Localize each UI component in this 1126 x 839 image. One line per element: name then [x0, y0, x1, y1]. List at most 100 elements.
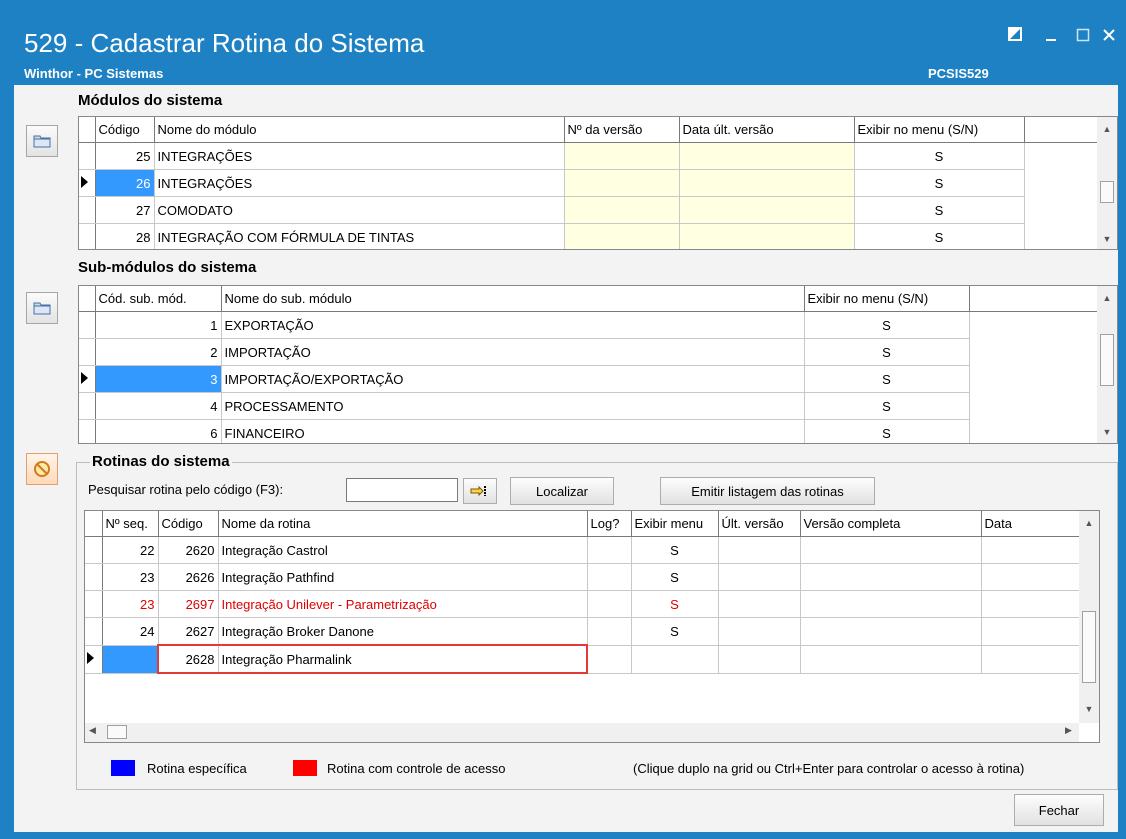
col-header[interactable]: Código — [95, 117, 155, 143]
col-header[interactable]: Exibir menu — [631, 511, 719, 537]
table-row[interactable]: 2628 Integração Pharmalink — [85, 644, 1080, 674]
cell-exibir[interactable]: S — [631, 563, 719, 591]
col-header[interactable]: Nº seq. — [102, 511, 159, 537]
cell-exibir[interactable]: S — [631, 590, 719, 618]
cell-versao-completa[interactable] — [800, 645, 982, 674]
table-row-access-controlled[interactable]: 23 2697 Integração Unilever - Parametriz… — [85, 590, 1080, 618]
table-row[interactable]: 3 IMPORTAÇÃO/EXPORTAÇÃO S — [79, 365, 1099, 393]
cell-nome[interactable]: IMPORTAÇÃO — [221, 338, 805, 366]
rotinas-vertical-scrollbar[interactable]: ▲ ▼ — [1079, 511, 1099, 723]
table-row[interactable]: 4 PROCESSAMENTO S — [79, 392, 1099, 420]
row-indicator[interactable] — [79, 365, 96, 393]
col-header[interactable]: Exibir no menu (S/N) — [804, 286, 970, 312]
cell-data[interactable] — [679, 223, 855, 249]
cell-ult-versao[interactable] — [718, 563, 801, 591]
table-row[interactable]: 22 2620 Integração Castrol S — [85, 536, 1080, 564]
cell-codigo[interactable]: 4 — [95, 392, 222, 420]
row-indicator[interactable] — [79, 223, 96, 249]
cell-codigo[interactable]: 2627 — [158, 617, 219, 646]
cell-exibir[interactable]: S — [631, 617, 719, 646]
emitir-listagem-button[interactable]: Emitir listagem das rotinas — [660, 477, 875, 505]
scroll-thumb[interactable] — [1100, 181, 1114, 203]
cell-codigo[interactable]: 25 — [95, 142, 155, 170]
scroll-thumb[interactable] — [107, 725, 127, 739]
cell-codigo[interactable]: 2697 — [158, 590, 219, 618]
table-row[interactable]: 28 INTEGRAÇÃO COM FÓRMULA DE TINTAS S — [79, 223, 1099, 249]
cell-log[interactable] — [587, 645, 632, 674]
cell-nome[interactable]: EXPORTAÇÃO — [221, 311, 805, 339]
row-indicator[interactable] — [79, 311, 96, 339]
col-header[interactable]: Data últ. versão — [679, 117, 855, 143]
scroll-right-icon[interactable]: ▶ — [1065, 725, 1072, 736]
cell-exibir[interactable]: S — [854, 169, 1025, 197]
fechar-button[interactable]: Fechar — [1014, 794, 1104, 826]
cell-ult-versao[interactable] — [718, 645, 801, 674]
scroll-up-icon[interactable]: ▲ — [1097, 288, 1117, 308]
cell-ult-versao[interactable] — [718, 617, 801, 646]
cell-data[interactable] — [679, 142, 855, 170]
row-indicator[interactable] — [79, 196, 96, 224]
col-header[interactable]: Últ. versão — [718, 511, 801, 537]
rotinas-grid[interactable]: Nº seq. Código Nome da rotina Log? Exibi… — [84, 510, 1100, 743]
row-indicator[interactable] — [79, 338, 96, 366]
scroll-down-icon[interactable]: ▼ — [1097, 422, 1117, 442]
submodulos-grid[interactable]: Cód. sub. mód. Nome do sub. módulo Exibi… — [78, 285, 1118, 444]
col-header[interactable]: Nome do módulo — [154, 117, 565, 143]
submodulos-vertical-scrollbar[interactable]: ▲ ▼ — [1097, 286, 1117, 443]
col-header[interactable]: Log? — [587, 511, 632, 537]
rotinas-access-button[interactable] — [26, 453, 58, 485]
cell-seq[interactable]: 23 — [102, 563, 159, 591]
cell-exibir[interactable]: S — [854, 142, 1025, 170]
row-indicator[interactable] — [79, 419, 96, 443]
cell-log[interactable] — [587, 590, 632, 618]
scroll-thumb[interactable] — [1100, 334, 1114, 386]
cell-codigo[interactable]: 28 — [95, 223, 155, 249]
col-header[interactable]: Versão completa — [800, 511, 982, 537]
cell-ult-versao[interactable] — [718, 536, 801, 564]
cell-data[interactable] — [981, 645, 1080, 674]
col-header[interactable]: Código — [158, 511, 219, 537]
cell-nome[interactable]: Integração Unilever - Parametrização — [218, 590, 588, 618]
cell-nome[interactable]: PROCESSAMENTO — [221, 392, 805, 420]
cell-seq[interactable]: 22 — [102, 536, 159, 564]
cell-versao[interactable] — [564, 196, 680, 224]
cell-exibir[interactable]: S — [804, 392, 970, 420]
cell-exibir[interactable]: S — [804, 419, 970, 443]
table-row[interactable]: 1 EXPORTAÇÃO S — [79, 311, 1099, 339]
table-row[interactable]: 2 IMPORTAÇÃO S — [79, 338, 1099, 366]
cell-nome[interactable]: INTEGRAÇÃO COM FÓRMULA DE TINTAS — [154, 223, 565, 249]
cell-data[interactable] — [981, 563, 1080, 591]
row-indicator[interactable] — [85, 536, 103, 564]
col-header[interactable]: Cód. sub. mód. — [95, 286, 222, 312]
search-picker-button[interactable] — [463, 478, 497, 504]
modulos-folder-button[interactable] — [26, 125, 58, 157]
row-indicator[interactable] — [85, 563, 103, 591]
cell-nome[interactable]: FINANCEIRO — [221, 419, 805, 443]
col-header[interactable]: Nº da versão — [564, 117, 680, 143]
cell-log[interactable] — [587, 617, 632, 646]
cell-nome[interactable]: IMPORTAÇÃO/EXPORTAÇÃO — [221, 365, 805, 393]
cell-versao-completa[interactable] — [800, 617, 982, 646]
cell-codigo[interactable]: 1 — [95, 311, 222, 339]
localizar-button[interactable]: Localizar — [510, 477, 614, 505]
cell-codigo[interactable]: 2620 — [158, 536, 219, 564]
col-header[interactable]: Exibir no menu (S/N) — [854, 117, 1025, 143]
cell-exibir[interactable] — [631, 645, 719, 674]
cell-versao[interactable] — [564, 169, 680, 197]
table-row[interactable]: 23 2626 Integração Pathfind S — [85, 563, 1080, 591]
cell-nome[interactable]: INTEGRAÇÕES — [154, 142, 565, 170]
modulos-vertical-scrollbar[interactable]: ▲ ▼ — [1097, 117, 1117, 249]
cell-versao-completa[interactable] — [800, 590, 982, 618]
restore-icon[interactable] — [1000, 24, 1030, 48]
table-row[interactable]: 26 INTEGRAÇÕES S — [79, 169, 1099, 197]
cell-seq[interactable]: 23 — [102, 590, 159, 618]
cell-codigo[interactable]: 6 — [95, 419, 222, 443]
cell-seq[interactable] — [102, 645, 159, 674]
cell-data[interactable] — [981, 590, 1080, 618]
cell-exibir[interactable]: S — [804, 338, 970, 366]
cell-codigo[interactable]: 2 — [95, 338, 222, 366]
cell-log[interactable] — [587, 536, 632, 564]
cell-codigo[interactable]: 3 — [95, 365, 222, 393]
row-indicator[interactable] — [85, 617, 103, 646]
cell-codigo[interactable]: 27 — [95, 196, 155, 224]
